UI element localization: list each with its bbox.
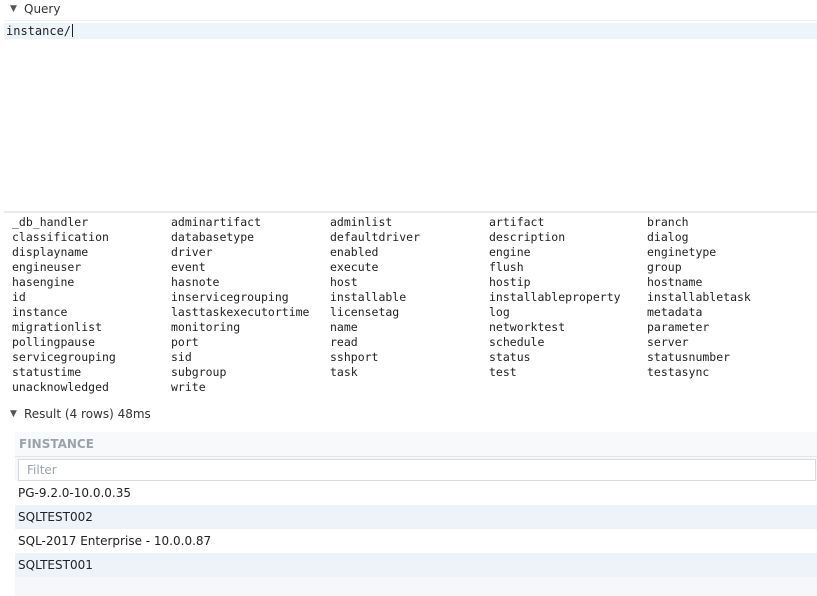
keyword-suggestion[interactable]: driver: [171, 245, 330, 260]
keyword-suggestion[interactable]: engine: [489, 245, 647, 260]
result-header-label: Result (4 rows) 48ms: [24, 407, 151, 421]
result-section-header[interactable]: ▼ Result (4 rows) 48ms: [0, 405, 817, 423]
keyword-suggestion[interactable]: statusnumber: [647, 350, 817, 365]
keyword-suggestion[interactable]: artifact: [489, 215, 647, 230]
keyword-suggestion[interactable]: flush: [489, 260, 647, 275]
keyword-suggestion[interactable]: displayname: [12, 245, 171, 260]
keyword-suggestion[interactable]: licensetag: [330, 305, 489, 320]
keyword-suggestion[interactable]: servicegrouping: [12, 350, 171, 365]
keyword-suggestion[interactable]: lasttaskexecutortime: [171, 305, 330, 320]
keyword-suggestion[interactable]: id: [12, 290, 171, 305]
keyword-suggestion[interactable]: unacknowledged: [12, 380, 171, 395]
keyword-suggestion[interactable]: pollingpause: [12, 335, 171, 350]
keyword-suggestion[interactable]: test: [489, 365, 647, 380]
keyword-suggestion[interactable]: metadata: [647, 305, 817, 320]
keyword-suggestion[interactable]: server: [647, 335, 817, 350]
keyword-suggestion[interactable]: hasengine: [12, 275, 171, 290]
keyword-suggestion[interactable]: networktest: [489, 320, 647, 335]
query-header-label: Query: [24, 2, 61, 16]
keyword-suggestion[interactable]: testasync: [647, 365, 817, 380]
table-row[interactable]: SQLTEST001: [15, 553, 817, 577]
query-editor[interactable]: instance/: [4, 20, 817, 211]
keyword-suggestion[interactable]: defaultdriver: [330, 230, 489, 245]
keyword-suggestion[interactable]: monitoring: [171, 320, 330, 335]
keyword-suggestion[interactable]: parameter: [647, 320, 817, 335]
keyword-suggestion[interactable]: inservicegrouping: [171, 290, 330, 305]
keyword-suggestion[interactable]: schedule: [489, 335, 647, 350]
keyword-suggestion[interactable]: hostname: [647, 275, 817, 290]
result-table: FINSTANCE Filter PG-9.2.0-10.0.0.35 SQLTE…: [15, 432, 817, 596]
table-row[interactable]: PG-9.2.0-10.0.0.35: [15, 481, 817, 505]
keyword-suggestion[interactable]: databasetype: [171, 230, 330, 245]
keyword-suggestion[interactable]: log: [489, 305, 647, 320]
keyword-suggestion[interactable]: subgroup: [171, 365, 330, 380]
keyword-suggestion[interactable]: sshport: [330, 350, 489, 365]
keyword-suggestion[interactable]: description: [489, 230, 647, 245]
keyword-suggestion[interactable]: dialog: [647, 230, 817, 245]
keyword-suggestion[interactable]: event: [171, 260, 330, 275]
collapse-triangle-icon[interactable]: ▼: [10, 409, 24, 419]
keyword-suggestion[interactable]: write: [171, 380, 330, 395]
collapse-triangle-icon[interactable]: ▼: [10, 4, 24, 14]
keyword-suggestion[interactable]: hasnote: [171, 275, 330, 290]
result-rows: PG-9.2.0-10.0.0.35 SQLTEST002 SQL-2017 Ent…: [15, 481, 817, 577]
keyword-suggestion[interactable]: port: [171, 335, 330, 350]
query-section-header[interactable]: ▼ Query: [0, 0, 817, 18]
keyword-suggestion[interactable]: engineuser: [12, 260, 171, 275]
table-row[interactable]: SQLTEST002: [15, 505, 817, 529]
column-header[interactable]: FINSTANCE: [15, 432, 817, 457]
keyword-suggestion[interactable]: installable: [330, 290, 489, 305]
keyword-suggestion[interactable]: sid: [171, 350, 330, 365]
keyword-suggestion[interactable]: adminlist: [330, 215, 489, 230]
text-caret: [72, 24, 74, 37]
keyword-suggestion[interactable]: enginetype: [647, 245, 817, 260]
keyword-suggestion[interactable]: status: [489, 350, 647, 365]
autocomplete-keyword-list: _db_handler adminartifact adminlist artifac…: [12, 215, 817, 395]
keyword-suggestion[interactable]: classification: [12, 230, 171, 245]
keyword-suggestion[interactable]: read: [330, 335, 489, 350]
keyword-suggestion[interactable]: installableproperty: [489, 290, 647, 305]
keyword-suggestion[interactable]: name: [330, 320, 489, 335]
keyword-suggestion[interactable]: enabled: [330, 245, 489, 260]
query-editor-line[interactable]: instance/: [4, 23, 817, 39]
keyword-suggestion[interactable]: hostip: [489, 275, 647, 290]
keyword-suggestion[interactable]: task: [330, 365, 489, 380]
keyword-suggestion[interactable]: instance: [12, 305, 171, 320]
keyword-suggestion[interactable]: installabletask: [647, 290, 817, 305]
keyword-suggestion[interactable]: host: [330, 275, 489, 290]
filter-input[interactable]: Filter: [18, 459, 816, 481]
keyword-suggestion[interactable]: adminartifact: [171, 215, 330, 230]
table-row[interactable]: SQL-2017 Enterprise - 10.0.0.87: [15, 529, 817, 553]
keyword-suggestion[interactable]: _db_handler: [12, 215, 171, 230]
keyword-suggestion[interactable]: group: [647, 260, 817, 275]
keyword-suggestion[interactable]: statustime: [12, 365, 171, 380]
keyword-suggestion[interactable]: branch: [647, 215, 817, 230]
keyword-suggestion[interactable]: migrationlist: [12, 320, 171, 335]
editor-divider[interactable]: [4, 211, 817, 213]
query-text: instance/: [6, 24, 72, 38]
keyword-suggestion[interactable]: execute: [330, 260, 489, 275]
